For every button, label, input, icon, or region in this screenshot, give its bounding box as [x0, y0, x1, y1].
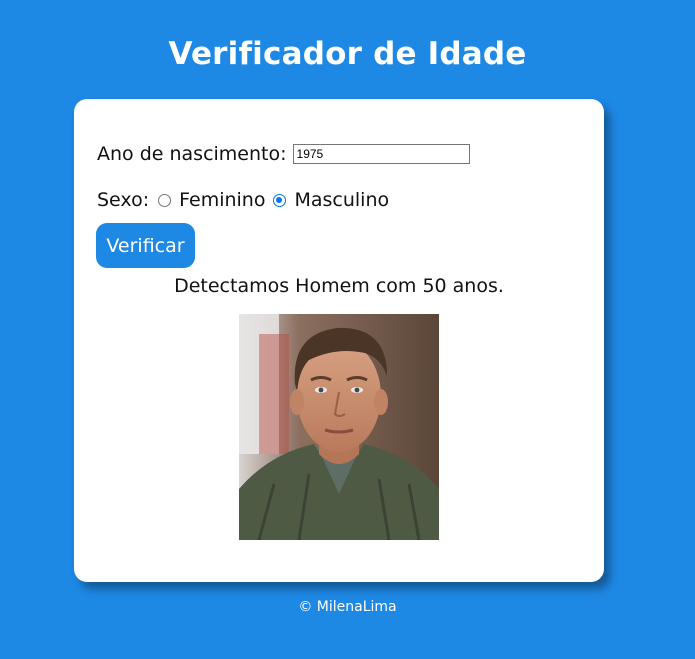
birth-year-label: Ano de nascimento:: [97, 143, 287, 165]
birth-year-input[interactable]: [292, 144, 470, 164]
verify-button[interactable]: Verificar: [96, 223, 195, 268]
radio-masculino-label[interactable]: Masculino: [294, 189, 389, 211]
result-text: Detectamos Homem com 50 anos.: [174, 275, 504, 297]
verifier-card: Ano de nascimento: Sexo: Feminino Mascul…: [74, 99, 604, 582]
radio-masculino[interactable]: [273, 193, 287, 207]
result-photo: [239, 314, 439, 540]
sex-row: Sexo: Feminino Masculino: [97, 189, 389, 211]
sex-label: Sexo:: [97, 189, 150, 211]
radio-feminino[interactable]: [158, 193, 172, 207]
birth-year-row: Ano de nascimento:: [97, 143, 470, 165]
radio-feminino-label[interactable]: Feminino: [179, 189, 265, 211]
page-title: Verificador de Idade: [168, 36, 527, 72]
footer-credit: © MilenaLima: [298, 599, 397, 615]
man-portrait-photo-icon: [239, 314, 439, 540]
